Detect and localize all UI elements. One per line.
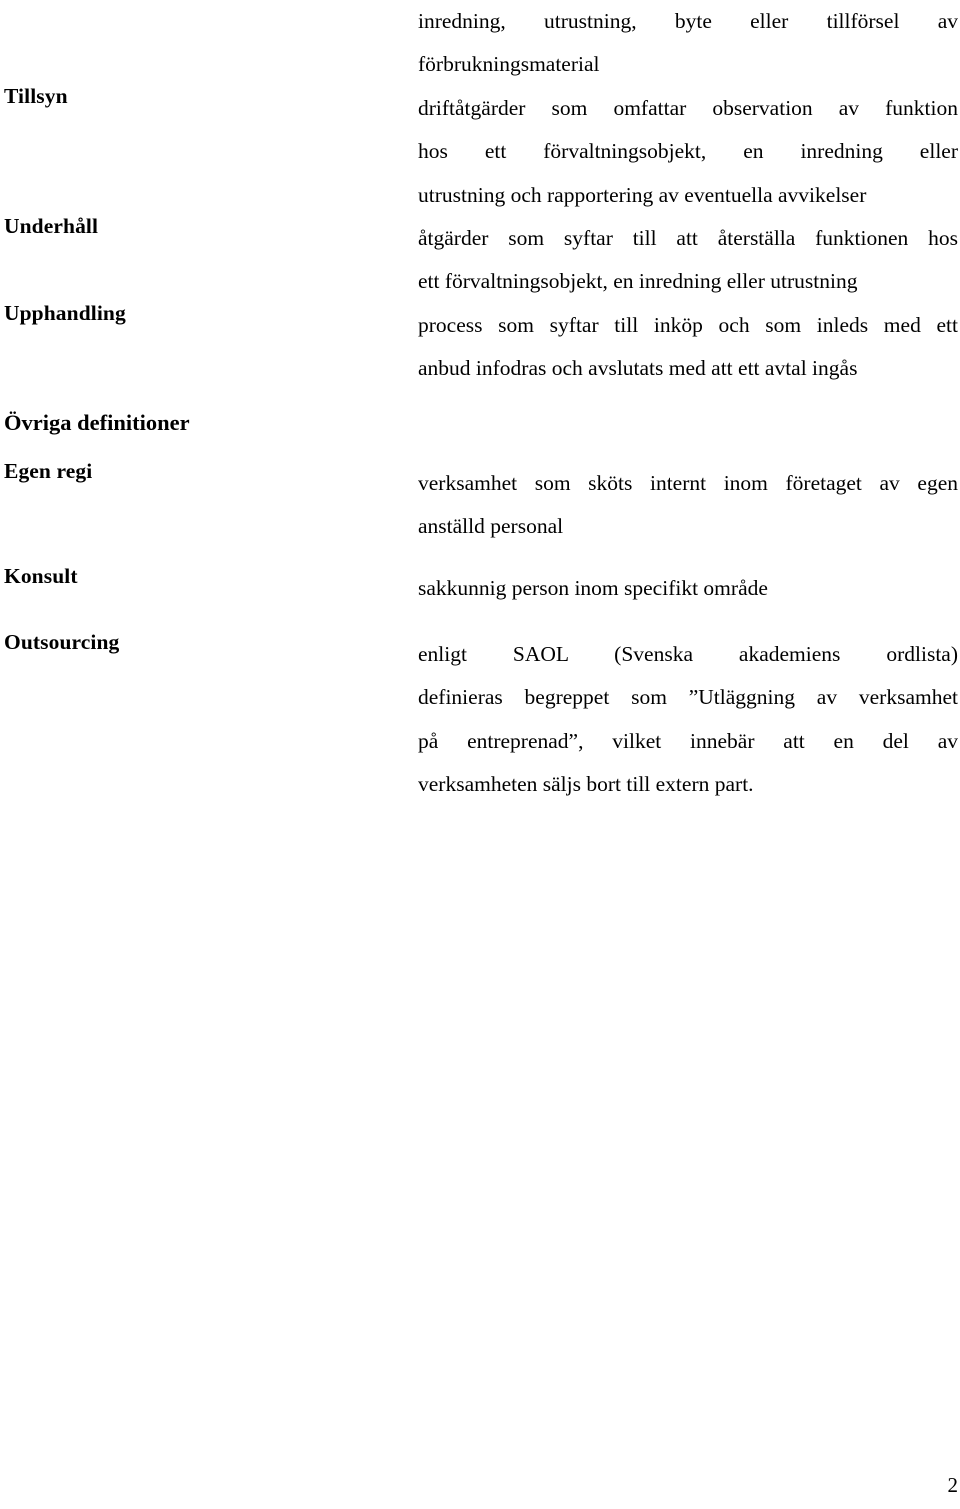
definition-line: enligt SAOL (Svenska akademiens ordlista… [418,642,958,666]
definition-line: driftåtgärder som omfattar observation a… [418,96,958,120]
definition-line: åtgärder som syftar till att återställa … [418,226,958,250]
term-outsourcing: Outsourcing [4,630,120,654]
definition-line: anställd personal [418,514,564,539]
definition-line: förbrukningsmaterial [418,52,600,77]
definition-upphandling: process som syftar till inköp och som in… [418,304,958,391]
definition-line: definieras begreppet som ”Utläggning av … [418,685,958,710]
page-number: 2 [947,1473,959,1497]
definition-continuation: inredning, utrustning, byte eller tillfö… [418,0,958,87]
definition-line: ett förvaltningsobjekt, en inredning ell… [418,269,858,294]
definition-tillsyn: driftåtgärder som omfattar observation a… [418,87,958,217]
definition-line: utrustning och rapportering av eventuell… [418,182,867,207]
definition-line: anbud infodras och avslutats med att ett… [418,356,858,381]
definition-line: inredning, utrustning, byte eller tillfö… [418,9,958,33]
term-tillsyn: Tillsyn [4,84,68,108]
term-konsult: Konsult [4,564,78,588]
definition-line: verksamheten säljs bort till extern part… [418,772,754,797]
definition-line: hos ett förvaltningsobjekt, en inredning… [418,139,958,164]
section-heading-ovriga-definitioner: Övriga definitioner [4,410,190,435]
term-egen-regi: Egen regi [4,459,93,483]
definition-line: sakkunnig person inom specifikt område [418,576,768,600]
definition-egen-regi: verksamhet som sköts internt inom företa… [418,462,958,549]
definition-line: på entreprenad”, vilket innebär att en d… [418,728,958,753]
definition-underhall: åtgärder som syftar till att återställa … [418,217,958,304]
term-underhall: Underhåll [4,214,99,238]
term-upphandling: Upphandling [4,301,126,325]
definition-line: process som syftar till inköp och som in… [418,313,958,337]
definition-line: verksamhet som sköts internt inom företa… [418,471,958,495]
definition-konsult: sakkunnig person inom specifikt område [418,567,958,610]
definition-outsourcing: enligt SAOL (Svenska akademiens ordlista… [418,633,958,807]
document-page: Tillsyn Underhåll Upphandling Övriga def… [0,0,960,1509]
